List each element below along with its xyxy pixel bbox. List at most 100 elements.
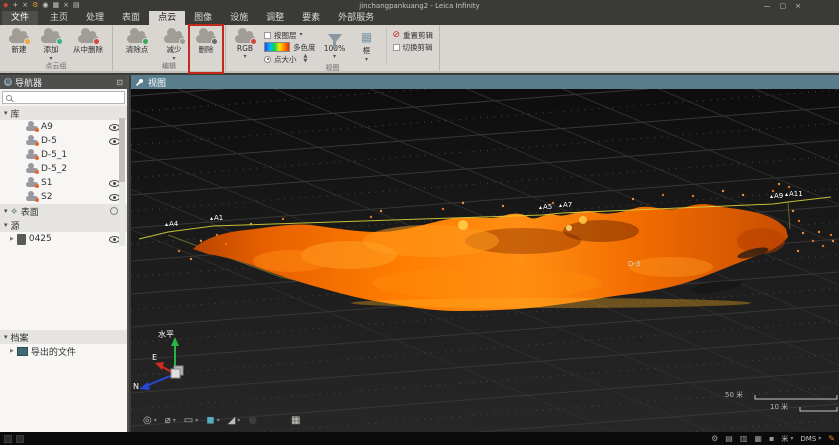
section-label: 表面 <box>21 205 39 218</box>
light-cone-icon[interactable]: ◢▾ <box>228 415 241 426</box>
pointcloud-icon <box>41 31 61 43</box>
gear-icon[interactable]: ⚙ <box>32 1 38 10</box>
window-icon[interactable]: ▭▾ <box>184 415 198 426</box>
status-left-icon-2[interactable] <box>16 435 24 443</box>
ribbon-button-rgb[interactable]: RGB ▾ <box>229 26 261 64</box>
journal-icon[interactable]: ▤ <box>73 1 80 10</box>
viewport-canvas[interactable]: 水平 E N ▴A4▴A1▴A5▴A7▴A9▴A11D-350 米10 米 ◎▾… <box>131 89 839 432</box>
sphere-icon[interactable]: ● <box>248 415 257 426</box>
pointcloud-icon <box>196 31 216 43</box>
collapsed-arrow-icon[interactable]: ▶ <box>10 348 14 354</box>
navigator-header: ◍ 导航器 ⊡ <box>0 75 127 89</box>
ribbon-button-新建[interactable]: 新建 <box>3 26 35 62</box>
reset-clip-icon: ⊘ <box>393 31 401 40</box>
layers-icon[interactable]: ▥ <box>740 434 748 443</box>
dock-icon[interactable]: ⊡ <box>116 78 123 87</box>
tab-图像[interactable]: 图像 <box>185 9 221 25</box>
tab-主页[interactable]: 主页 <box>41 9 77 25</box>
tree-section-表面[interactable]: ▾❖表面▾ <box>0 204 127 218</box>
tree-item-导出的文件[interactable]: ▶导出的文件 <box>0 344 127 358</box>
tree-item-A9[interactable]: A9 <box>0 120 127 134</box>
ribbon-button-zoom-100[interactable]: 100% ▾ <box>319 26 351 64</box>
section-label: 源 <box>11 219 20 232</box>
tab-表面[interactable]: 表面 <box>113 9 149 25</box>
ribbon-button-减少[interactable]: 减少▾ <box>158 26 190 62</box>
ribbon-button-从中删除[interactable]: 从中删除 <box>67 26 109 62</box>
group-label: 点云组 <box>3 62 109 71</box>
tree-scrollbar[interactable] <box>119 106 125 246</box>
by-layer-label: 按图层 <box>274 30 297 41</box>
expand-icon[interactable]: ▾ <box>4 109 8 117</box>
navigator-panel: ◍ 导航器 ⊡ ▾库A9D-5D-5_1D-5_2S1S2▾❖表面▾▾源▶042… <box>0 75 129 432</box>
collapsed-arrow-icon[interactable]: ▶ <box>10 236 14 242</box>
search-input[interactable] <box>15 93 121 102</box>
clip-cube-icon[interactable]: ◼▾ <box>206 415 219 426</box>
measure-icon[interactable]: ⌀▾ <box>165 415 176 426</box>
expand-icon[interactable]: ▾ <box>4 207 8 215</box>
minimize-button[interactable]: — <box>764 2 771 10</box>
window2-icon[interactable]: ▦ <box>754 434 762 443</box>
stepper-icon[interactable]: ▲▼ <box>304 54 308 64</box>
sync-circle-icon[interactable] <box>110 207 118 215</box>
frame-icon[interactable]: ▦ <box>53 1 60 10</box>
settings-icon[interactable]: ⚙ <box>711 434 718 443</box>
tab-文件[interactable]: 文件 <box>2 9 38 25</box>
tab-设施[interactable]: 设施 <box>221 9 257 25</box>
item-label: D-5_1 <box>41 150 67 160</box>
status-right-group: ⚙ ▤ ▥ ▦ ▪ 米▾ DMS▾ ✎ <box>711 434 835 444</box>
ribbon-button-添加[interactable]: 添加▾ <box>35 26 67 62</box>
tab-要素[interactable]: 要素 <box>293 9 329 25</box>
ribbon-group-点云组: 新建添加▾从中删除点云组 <box>0 25 113 71</box>
chevron-down-icon: ▾ <box>333 54 336 60</box>
tab-调整[interactable]: 调整 <box>257 9 293 25</box>
tree-item-D-5_2[interactable]: D-5_2 <box>0 162 127 176</box>
pointcloud-icon <box>26 165 38 173</box>
report-icon[interactable]: ▤ <box>725 434 733 443</box>
viewport-3d-scene[interactable] <box>131 89 839 432</box>
tab-处理[interactable]: 处理 <box>77 9 113 25</box>
colorize-by-layer-control[interactable]: 按图层 ▾ <box>264 30 316 40</box>
ribbon-button-box[interactable]: ▦ 框 ▾ <box>351 26 383 64</box>
tab-点云[interactable]: 点云 <box>149 9 185 25</box>
pin-icon[interactable]: ▪ <box>769 434 774 443</box>
tree-item-S2[interactable]: S2 <box>0 190 127 204</box>
tab-外部服务[interactable]: 外部服务 <box>329 9 383 25</box>
unit-selector-米[interactable]: 米▾ <box>781 434 793 444</box>
tree-item-0425[interactable]: ▶0425 <box>0 232 127 246</box>
unit-selector-DMS[interactable]: DMS▾ <box>800 435 821 443</box>
ribbon-button-删除[interactable]: 删除 <box>190 26 222 62</box>
chevron-down-icon: ▾ <box>790 435 793 442</box>
navigator-title: 导航器 <box>15 76 42 89</box>
tree-section-源[interactable]: ▾源 <box>0 218 127 232</box>
group-label: 编辑 <box>116 62 222 71</box>
maximize-button[interactable]: ▢ <box>780 2 787 10</box>
chevron-down-icon: ▾ <box>818 435 821 442</box>
eye-icon[interactable]: ◉ <box>42 1 48 10</box>
toggle-clip-label: 切换剪辑 <box>403 42 433 53</box>
grid-toggle-icon[interactable]: ▦ <box>291 415 300 426</box>
close-x-icon[interactable]: × <box>63 1 69 10</box>
multi-hue-control[interactable]: 多色度 <box>264 42 316 52</box>
app-logo-icon[interactable]: ◆ <box>3 1 8 10</box>
point-size-control[interactable]: 点大小 ▲▼ <box>264 54 316 64</box>
close-button[interactable]: × <box>795 2 801 10</box>
status-left-icon-1[interactable] <box>4 435 12 443</box>
plug-icon[interactable]: + <box>12 1 18 10</box>
tree-section-库[interactable]: ▾库 <box>0 106 127 120</box>
reset-clip-label: 重置剪辑 <box>403 30 433 41</box>
status-bar: ⚙ ▤ ▥ ▦ ▪ 米▾ DMS▾ ✎ <box>0 432 839 445</box>
toggle-clip-control[interactable]: 切换剪辑 <box>393 42 434 52</box>
expand-icon[interactable]: ▾ <box>4 333 8 341</box>
funnel-icon <box>328 34 342 43</box>
edit-pencil-icon[interactable]: ✎ <box>828 434 835 443</box>
tree-section-档案[interactable]: ▾档案 <box>0 330 127 344</box>
tree-item-D-5_1[interactable]: D-5_1 <box>0 148 127 162</box>
tree-item-D-5[interactable]: D-5 <box>0 134 127 148</box>
reset-clip-button[interactable]: ⊘ 重置剪辑 <box>393 30 434 40</box>
expand-icon[interactable]: ▾ <box>4 221 8 229</box>
cut-icon[interactable]: × <box>22 1 28 10</box>
ribbon-button-清除点[interactable]: 清除点 <box>116 26 158 62</box>
render-mode-icon[interactable]: ◎▾ <box>143 415 157 426</box>
ribbon: 新建添加▾从中删除点云组清除点减少▾删除编辑 RGB ▾ 按图层 ▾ 多色度 <box>0 25 839 73</box>
tree-item-S1[interactable]: S1 <box>0 176 127 190</box>
